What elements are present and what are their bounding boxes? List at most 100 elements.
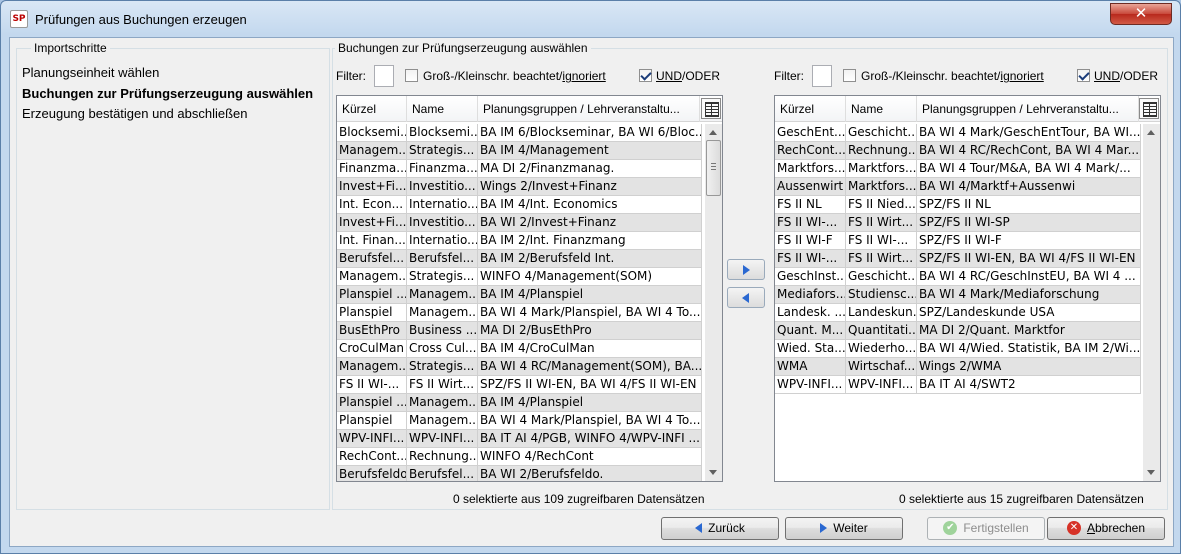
cell-kuerzel: Finanzma... xyxy=(337,160,407,178)
table-row[interactable]: FS II WI-... FS II Wirt... SPZ/FS II WI-EN… xyxy=(775,250,1141,268)
table-row[interactable]: BusEthPro Business ... MA DI 2/BusEthPro xyxy=(337,322,702,340)
column-header-name[interactable]: Name xyxy=(846,96,917,122)
table-row[interactable]: Landesk. ... Landeskun... SPZ/Landeskunde … xyxy=(775,304,1141,322)
table-row[interactable]: CroCulMan Cross Cul... BA IM 4/CroCulMan xyxy=(337,340,702,358)
cell-planungsgruppen: SPZ/FS II WI-SP xyxy=(917,214,1141,232)
table-header: Kürzel Name Planungsgruppen / Lehrverans… xyxy=(337,96,722,122)
scroll-down-icon[interactable] xyxy=(1147,470,1155,475)
table-row[interactable]: Planspiel ... Managem... BA IM 4/Planspiel xyxy=(337,286,702,304)
table-row[interactable]: Blocksemi... Blocksemi... BA IM 6/Blocksem… xyxy=(337,124,702,142)
next-button-label: Weiter xyxy=(833,521,868,535)
move-left-button[interactable] xyxy=(727,287,765,308)
table-row[interactable]: Aussenwirt Marktfors... BA WI 4/Marktf+Aus… xyxy=(775,178,1141,196)
table-row[interactable]: Marktfors... Marktfors... BA WI 4 Tour/M&A… xyxy=(775,160,1141,178)
close-button[interactable]: ✕ xyxy=(1110,3,1172,25)
table-row[interactable]: Planspiel Managem... BA WI 4 Mark/Planspie… xyxy=(337,304,702,322)
cell-kuerzel: CroCulMan xyxy=(337,340,407,358)
step-select-bookings[interactable]: Buchungen zur Prüfungserzeugung auswähle… xyxy=(22,86,313,101)
table-row[interactable]: Planspiel ... Managem... BA IM 4/Planspiel xyxy=(337,394,702,412)
cell-name: Finanzma... xyxy=(407,160,478,178)
arrow-right-icon xyxy=(743,265,750,275)
filter-input-left[interactable] xyxy=(374,65,394,87)
table-row[interactable]: Managem... Strategis... WINFO 4/Management… xyxy=(337,268,702,286)
table-row[interactable]: GeschEnt... Geschicht... BA WI 4 Mark/Gesc… xyxy=(775,124,1141,142)
step-planning-unit[interactable]: Planungseinheit wählen xyxy=(22,65,159,80)
and-or-checkbox-right[interactable] xyxy=(1077,69,1090,82)
scroll-down-icon[interactable] xyxy=(709,470,717,475)
table-row[interactable]: WPV-INFI... WPV-INFI... BA IT AI 4/PGB, WI… xyxy=(337,430,702,448)
cell-name: Internatio... xyxy=(407,232,478,250)
table-row[interactable]: Invest+Fi... Investitio... BA WI 2/Invest+… xyxy=(337,214,702,232)
table-row[interactable]: FS II WI-... FS II Wirt... SPZ/FS II WI-SP xyxy=(775,214,1141,232)
cell-name: FS II Wirt... xyxy=(407,376,478,394)
cancel-button[interactable]: ✕ Abbrechen xyxy=(1047,517,1165,540)
table-row[interactable]: Int. Finan... Internatio... BA IM 2/Int. F… xyxy=(337,232,702,250)
table-row[interactable]: Berufsfeldo. Berufsfel... BA WI 2/Berufsfe… xyxy=(337,466,702,481)
table-row[interactable]: RechCont... Rechnung... WINFO 4/RechCont xyxy=(337,448,702,466)
column-header-kuerzel[interactable]: Kürzel xyxy=(775,96,846,122)
filter-input-right[interactable] xyxy=(812,65,832,87)
move-right-button[interactable] xyxy=(727,259,765,280)
cell-planungsgruppen: MA DI 2/Finanzmanag. xyxy=(478,160,702,178)
and-or-checkbox-left[interactable] xyxy=(639,69,652,82)
cell-kuerzel: Landesk. ... xyxy=(775,304,846,322)
cancel-button-label: Abbrechen xyxy=(1086,521,1146,535)
table-row[interactable]: Managem... Strategis... BA IM 4/Management xyxy=(337,142,702,160)
arrow-right-icon xyxy=(820,522,828,533)
table-row[interactable]: FS II WI-F FS II WI-... SPZ/FS II WI-F xyxy=(775,232,1141,250)
table-row[interactable]: Managem... Strategis... BA WI 4 RC/Managem… xyxy=(337,358,702,376)
table-row[interactable]: FS II NL FS II Nied... SPZ/FS II NL xyxy=(775,196,1141,214)
finish-button[interactable]: ✔ Fertigstellen xyxy=(927,517,1045,540)
table-row[interactable]: WMA Wirtschaf... Wings 2/WMA xyxy=(775,358,1141,376)
column-chooser-icon[interactable] xyxy=(1139,98,1159,119)
case-sensitive-label-left: Groß-/Kleinschr. beachtet/ignoriert xyxy=(423,69,606,83)
cell-name: Blocksemi... xyxy=(407,124,478,142)
selected-bookings-table[interactable]: Kürzel Name Planungsgruppen / Lehrverans… xyxy=(774,95,1161,482)
cell-planungsgruppen: BA WI 4 Mark/GeschEntTour, BA WI... xyxy=(917,124,1141,142)
table-row[interactable]: Finanzma... Finanzma... MA DI 2/Finanzmana… xyxy=(337,160,702,178)
cell-planungsgruppen: BA IM 4/Management xyxy=(478,142,702,160)
table-row[interactable]: Int. Econ... Internatio... BA IM 4/Int. Ec… xyxy=(337,196,702,214)
vertical-scrollbar[interactable] xyxy=(1143,124,1160,481)
next-button[interactable]: Weiter xyxy=(785,517,903,540)
table-row[interactable]: Quant. M... Quantitati... MA DI 2/Quant. M… xyxy=(775,322,1141,340)
table-row[interactable]: GeschInst... Geschicht... BA WI 4 RC/Gesch… xyxy=(775,268,1141,286)
table-row[interactable]: Wied. Sta... Wiederho... BA WI 4/Wied. Sta… xyxy=(775,340,1141,358)
and-or-label-right: UND/ODER xyxy=(1094,69,1159,83)
back-button[interactable]: Zurück xyxy=(661,517,779,540)
case-sensitive-checkbox-right[interactable] xyxy=(843,69,856,82)
table-row[interactable]: FS II WI-... FS II Wirt... SPZ/FS II WI-EN… xyxy=(337,376,702,394)
cell-name: Berufsfel... xyxy=(407,250,478,268)
cell-name: WPV-INFI... xyxy=(846,376,917,394)
column-header-planungsgruppen[interactable]: Planungsgruppen / Lehrveranstaltu... xyxy=(478,96,700,122)
table-row[interactable]: Planspiel Managem... BA WI 4 Mark/Planspie… xyxy=(337,412,702,430)
vertical-scrollbar[interactable] xyxy=(705,124,722,481)
table-row[interactable]: Invest+Fi... Investitio... Wings 2/Invest+… xyxy=(337,178,702,196)
cell-planungsgruppen: MA DI 2/BusEthPro xyxy=(478,322,702,340)
cell-kuerzel: RechCont... xyxy=(337,448,407,466)
cell-name: Rechnung... xyxy=(407,448,478,466)
back-button-label: Zurück xyxy=(708,521,745,535)
cell-planungsgruppen: BA IM 4/Planspiel xyxy=(478,286,702,304)
cell-name: WPV-INFI... xyxy=(407,430,478,448)
cell-name: FS II Wirt... xyxy=(846,214,917,232)
case-sensitive-checkbox-left[interactable] xyxy=(405,69,418,82)
cell-planungsgruppen: SPZ/FS II NL xyxy=(917,196,1141,214)
table-row[interactable]: WPV-INFI... WPV-INFI... BA IT AI 4/SWT2 xyxy=(775,376,1141,394)
table-row[interactable]: Mediafors... Studiensc... BA WI 4 Mark/Med… xyxy=(775,286,1141,304)
cell-name: Managem... xyxy=(407,412,478,430)
table-row[interactable]: RechCont... Rechnung... BA WI 4 RC/RechCon… xyxy=(775,142,1141,160)
scroll-up-icon[interactable] xyxy=(1147,130,1155,135)
scrollbar-thumb[interactable] xyxy=(706,140,721,196)
column-header-kuerzel[interactable]: Kürzel xyxy=(337,96,407,122)
step-confirm-finish[interactable]: Erzeugung bestätigen und abschließen xyxy=(22,106,248,121)
cell-name: Internatio... xyxy=(407,196,478,214)
column-header-planungsgruppen[interactable]: Planungsgruppen / Lehrveranstaltu... xyxy=(917,96,1139,122)
table-row[interactable]: Berufsfel... Berufsfel... BA IM 2/Berufsfe… xyxy=(337,250,702,268)
cell-kuerzel: Berufsfel... xyxy=(337,250,407,268)
scroll-up-icon[interactable] xyxy=(709,130,717,135)
column-header-name[interactable]: Name xyxy=(407,96,478,122)
title-bar: SP Prüfungen aus Buchungen erzeugen ✕ xyxy=(1,1,1180,37)
available-bookings-table[interactable]: Kürzel Name Planungsgruppen / Lehrverans… xyxy=(336,95,723,482)
column-chooser-icon[interactable] xyxy=(701,98,721,119)
